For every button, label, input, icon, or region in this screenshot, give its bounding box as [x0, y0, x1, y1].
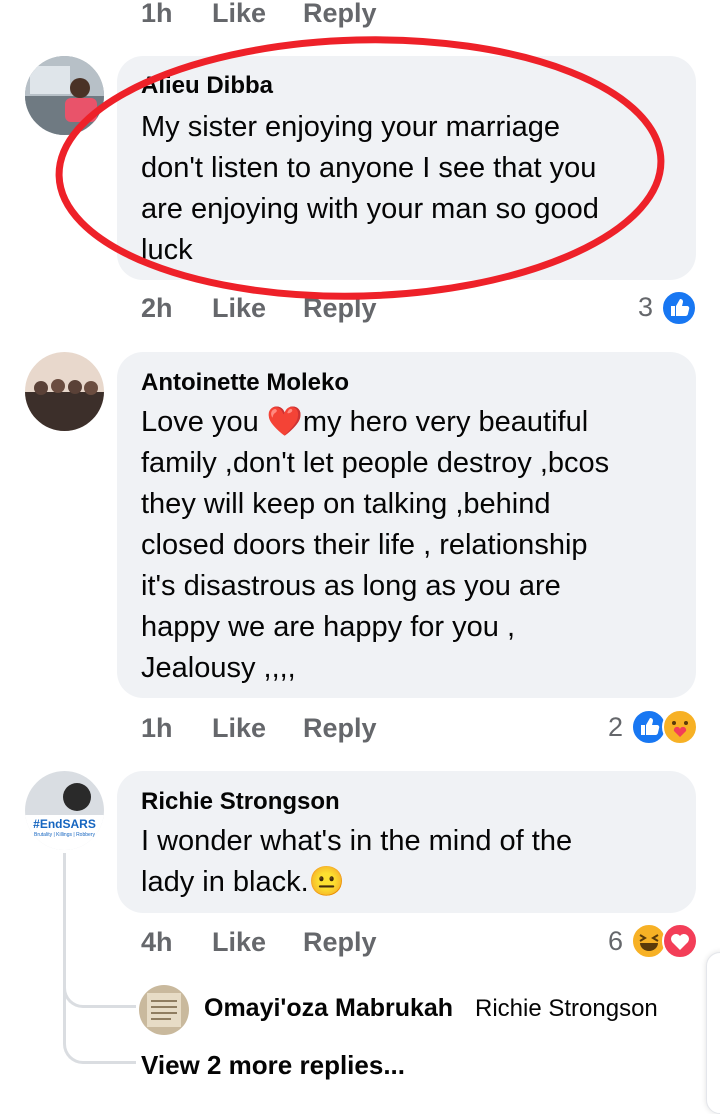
avatar[interactable]: #EndSARS Brutality | Killings | Robbery	[25, 771, 104, 850]
endsars-badge-sub: Brutality | Killings | Robbery	[34, 832, 95, 838]
comment-text: Love you ❤️my hero very beautiful family…	[141, 406, 610, 684]
reply-button[interactable]: Reply	[303, 713, 377, 744]
endsars-badge: #EndSARS	[33, 817, 96, 831]
like-button[interactable]: Like	[212, 713, 266, 744]
comment-author[interactable]: Antoinette Moleko	[141, 369, 349, 397]
floating-panel-edge	[706, 952, 720, 1114]
annotation-circle-icon	[55, 36, 665, 300]
avatar-photo-icon	[25, 771, 104, 850]
comment-text: I wonder what's in the mind of the lady …	[141, 825, 573, 898]
reply-mention[interactable]: Richie Strongson	[475, 995, 658, 1023]
avatar-photo-icon	[139, 985, 189, 1035]
reaction-count[interactable]: 6	[608, 926, 623, 957]
avatar[interactable]	[139, 985, 189, 1035]
care-reaction-icon[interactable]	[662, 709, 698, 745]
avatar[interactable]	[25, 352, 104, 431]
view-more-replies-link[interactable]: View 2 more replies...	[141, 1050, 405, 1081]
reply-button[interactable]: Reply	[303, 927, 377, 958]
avatar-photo-icon	[25, 352, 104, 431]
love-reaction-icon[interactable]	[662, 923, 698, 959]
comment-time: 1h	[141, 713, 173, 743]
comment-bubble: Richie Strongson I wonder what's in the …	[117, 771, 696, 913]
like-button[interactable]: Like	[212, 927, 266, 958]
reaction-count[interactable]: 2	[608, 712, 623, 743]
comment-time: 4h	[141, 927, 173, 957]
comment-bubble: Antoinette Moleko Love you ❤️my hero ver…	[117, 352, 696, 698]
reply-author[interactable]: Omayi'oza Mabrukah	[204, 994, 453, 1023]
comment-author[interactable]: Richie Strongson	[141, 788, 340, 816]
